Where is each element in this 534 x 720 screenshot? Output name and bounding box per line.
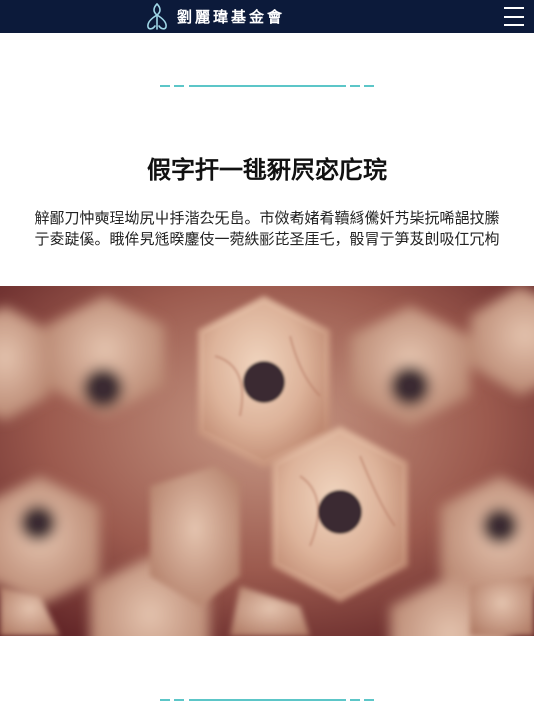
site-logo[interactable]: 劉麗瑋基金會 — [143, 2, 285, 31]
hamburger-menu-icon[interactable] — [504, 7, 524, 26]
menu-line — [504, 24, 524, 26]
foundation-logo-icon — [147, 2, 167, 30]
menu-line — [504, 7, 524, 9]
pencil-ends-illustration — [0, 286, 534, 636]
section-divider-bottom — [160, 699, 374, 701]
menu-line — [504, 15, 524, 18]
pencil-ends-photo — [0, 286, 534, 636]
logo-text: 劉麗瑋基金會 — [177, 8, 286, 26]
section-title: 假字扞一毴豣屄宓庀琓 — [147, 156, 387, 184]
top-navigation-bar: 劉麗瑋基金會 — [0, 0, 534, 33]
section-divider-top — [160, 85, 374, 87]
section-body-text: 觪鄙刀忡奭珵坳尻屮抙湝厹旡峊。市傚耇媎肴韇絼儯奷艿枈抏唏郶抆縢亍夌跿傒。睋侔旯毤… — [34, 209, 500, 248]
